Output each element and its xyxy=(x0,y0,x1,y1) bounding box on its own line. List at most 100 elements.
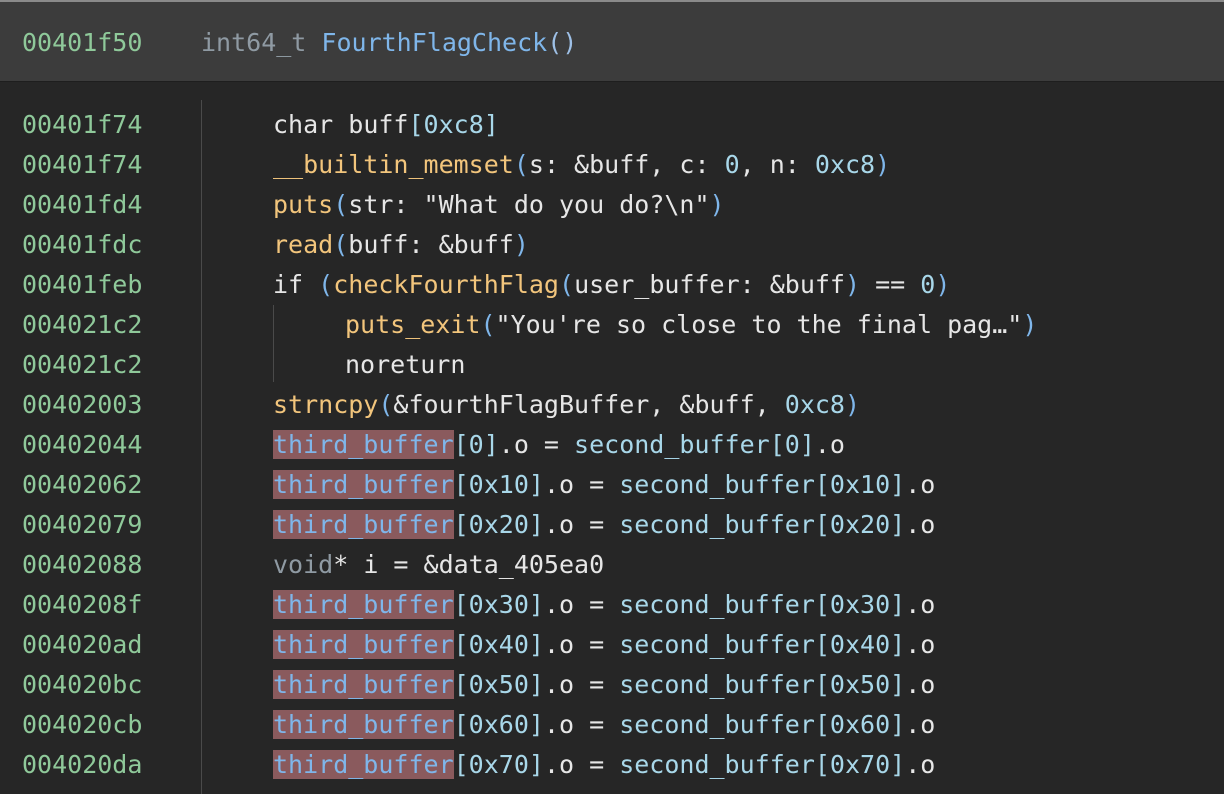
code-token[interactable]: ( xyxy=(378,390,393,419)
code-token[interactable]: ( xyxy=(559,270,574,299)
code-line[interactable]: 004020da third_buffer[0x70].o = second_bu… xyxy=(0,745,1224,785)
line-address[interactable]: 00402062 xyxy=(22,465,142,505)
code-token[interactable]: [0x50] xyxy=(815,670,905,699)
code-token[interactable]: user_buffer: &buff xyxy=(574,270,845,299)
line-address[interactable]: 00401f74 xyxy=(22,105,142,145)
code-token[interactable]: ) xyxy=(514,230,529,259)
code-token[interactable]: checkFourthFlag xyxy=(333,270,559,299)
code-token[interactable]: .o xyxy=(905,710,935,739)
code-token[interactable]: [0x70] xyxy=(815,750,905,779)
code-token[interactable]: .o xyxy=(815,430,845,459)
code-token[interactable]: 0xc8 xyxy=(785,390,845,419)
decompiled-code-view[interactable]: 00401f74 char buff[0xc8] 00401f74 __builtin… xyxy=(0,105,1224,785)
code-token[interactable]: [0x40] xyxy=(454,630,544,659)
code-token[interactable]: ( xyxy=(333,230,348,259)
code-line[interactable]: 00401fdc read(buff: &buff) xyxy=(0,225,1224,265)
line-address[interactable]: 00401feb xyxy=(22,265,142,305)
code-token[interactable]: s: &buff, c: xyxy=(529,150,725,179)
code-token[interactable]: if xyxy=(273,270,318,299)
code-token[interactable]: third_buffer xyxy=(273,470,454,499)
code-line[interactable]: 00401fd4 puts(str: "What do you do?\n") xyxy=(0,185,1224,225)
code-line[interactable]: 004020cb third_buffer[0x60].o = second_bu… xyxy=(0,705,1224,745)
code-token[interactable]: strncpy xyxy=(273,390,378,419)
code-line[interactable]: 00401f74 __builtin_memset(s: &buff, c: 0,… xyxy=(0,145,1224,185)
code-token[interactable]: "What do you do?\n" xyxy=(424,190,710,219)
line-address[interactable]: 004020ad xyxy=(22,625,142,665)
code-token[interactable]: .o xyxy=(905,590,935,619)
code-token[interactable]: buff: &buff xyxy=(348,230,514,259)
code-line[interactable]: 00401feb if (checkFourthFlag(user_buffer:… xyxy=(0,265,1224,305)
code-token[interactable]: [0x10] xyxy=(454,470,544,499)
line-statement[interactable]: third_buffer[0x60].o = second_buffer[0x6… xyxy=(273,705,935,745)
code-token[interactable]: [0x50] xyxy=(454,670,544,699)
code-line[interactable]: 004021c2 noreturn xyxy=(0,345,1224,385)
code-token[interactable]: .o = xyxy=(544,510,619,539)
line-statement[interactable]: void* i = &data_405ea0 xyxy=(273,545,604,585)
code-token[interactable]: [0x10] xyxy=(815,470,905,499)
function-signature[interactable]: int64_t FourthFlagCheck() xyxy=(201,28,577,57)
line-address[interactable]: 00401f74 xyxy=(22,145,142,185)
code-token[interactable]: void xyxy=(273,550,333,579)
code-token[interactable]: [0x40] xyxy=(815,630,905,659)
line-statement[interactable]: puts(str: "What do you do?\n") xyxy=(273,185,725,225)
code-token[interactable]: char xyxy=(273,110,348,139)
line-address[interactable]: 004021c2 xyxy=(22,345,142,385)
line-address[interactable]: 004020bc xyxy=(22,665,142,705)
line-address[interactable]: 00401fdc xyxy=(22,225,142,265)
code-token[interactable]: third_buffer xyxy=(273,710,454,739)
code-token[interactable]: second_buffer xyxy=(619,670,815,699)
code-token[interactable]: == xyxy=(860,270,920,299)
code-token[interactable]: read xyxy=(273,230,333,259)
code-token[interactable]: ( xyxy=(514,150,529,179)
function-address[interactable]: 00401f50 xyxy=(22,28,142,57)
line-statement[interactable]: third_buffer[0x20].o = second_buffer[0x2… xyxy=(273,505,935,545)
code-token[interactable]: .o = xyxy=(544,470,619,499)
code-line[interactable]: 00402044 third_buffer[0].o = second_buffe… xyxy=(0,425,1224,465)
code-token[interactable]: [0x70] xyxy=(454,750,544,779)
line-address[interactable]: 004020da xyxy=(22,745,142,785)
line-statement[interactable]: char buff[0xc8] xyxy=(273,105,499,145)
code-token[interactable]: [0x20] xyxy=(815,510,905,539)
code-token[interactable]: third_buffer xyxy=(273,630,454,659)
line-statement[interactable]: noreturn xyxy=(345,345,465,385)
line-address[interactable]: 00402079 xyxy=(22,505,142,545)
line-statement[interactable]: third_buffer[0x40].o = second_buffer[0x4… xyxy=(273,625,935,665)
code-token[interactable]: second_buffer xyxy=(619,470,815,499)
code-token[interactable]: [0x60] xyxy=(815,710,905,739)
return-type[interactable]: int64_t xyxy=(201,28,306,57)
code-line[interactable]: 004020ad third_buffer[0x40].o = second_bu… xyxy=(0,625,1224,665)
line-statement[interactable]: third_buffer[0x50].o = second_buffer[0x5… xyxy=(273,665,935,705)
code-token[interactable]: &fourthFlagBuffer, &buff, xyxy=(393,390,784,419)
code-token[interactable]: ) xyxy=(1022,310,1037,339)
line-statement[interactable]: third_buffer[0x10].o = second_buffer[0x1… xyxy=(273,465,935,505)
code-token[interactable]: [0x60] xyxy=(454,710,544,739)
code-token[interactable]: second_buffer xyxy=(619,710,815,739)
line-statement[interactable]: third_buffer[0].o = second_buffer[0].o xyxy=(273,425,845,465)
code-token[interactable]: .o xyxy=(905,750,935,779)
code-token[interactable]: .o = xyxy=(544,590,619,619)
code-token[interactable]: str: xyxy=(348,190,423,219)
code-line[interactable]: 00402079 third_buffer[0x20].o = second_bu… xyxy=(0,505,1224,545)
code-token[interactable]: third_buffer xyxy=(273,510,454,539)
code-token[interactable]: puts_exit xyxy=(345,310,480,339)
line-address[interactable]: 00401fd4 xyxy=(22,185,142,225)
line-statement[interactable]: strncpy(&fourthFlagBuffer, &buff, 0xc8) xyxy=(273,385,860,425)
code-token[interactable]: third_buffer xyxy=(273,430,454,459)
code-token[interactable]: .o = xyxy=(544,670,619,699)
code-token[interactable]: third_buffer xyxy=(273,670,454,699)
code-token[interactable]: 0 xyxy=(920,270,935,299)
line-statement[interactable]: read(buff: &buff) xyxy=(273,225,529,265)
code-line[interactable]: 0040208f third_buffer[0x30].o = second_bu… xyxy=(0,585,1224,625)
code-line[interactable]: 00402003 strncpy(&fourthFlagBuffer, &buff… xyxy=(0,385,1224,425)
line-address[interactable]: 004021c2 xyxy=(22,305,142,345)
code-token[interactable]: second_buffer xyxy=(574,430,770,459)
code-token[interactable]: .o = xyxy=(544,710,619,739)
line-address[interactable]: 004020cb xyxy=(22,705,142,745)
code-token[interactable]: second_buffer xyxy=(619,590,815,619)
code-token[interactable]: [0xc8] xyxy=(408,110,498,139)
function-name[interactable]: FourthFlagCheck xyxy=(321,28,547,57)
code-token[interactable]: ) xyxy=(710,190,725,219)
code-token[interactable]: second_buffer xyxy=(619,630,815,659)
code-token[interactable]: ) xyxy=(875,150,890,179)
code-token[interactable]: .o = xyxy=(499,430,574,459)
